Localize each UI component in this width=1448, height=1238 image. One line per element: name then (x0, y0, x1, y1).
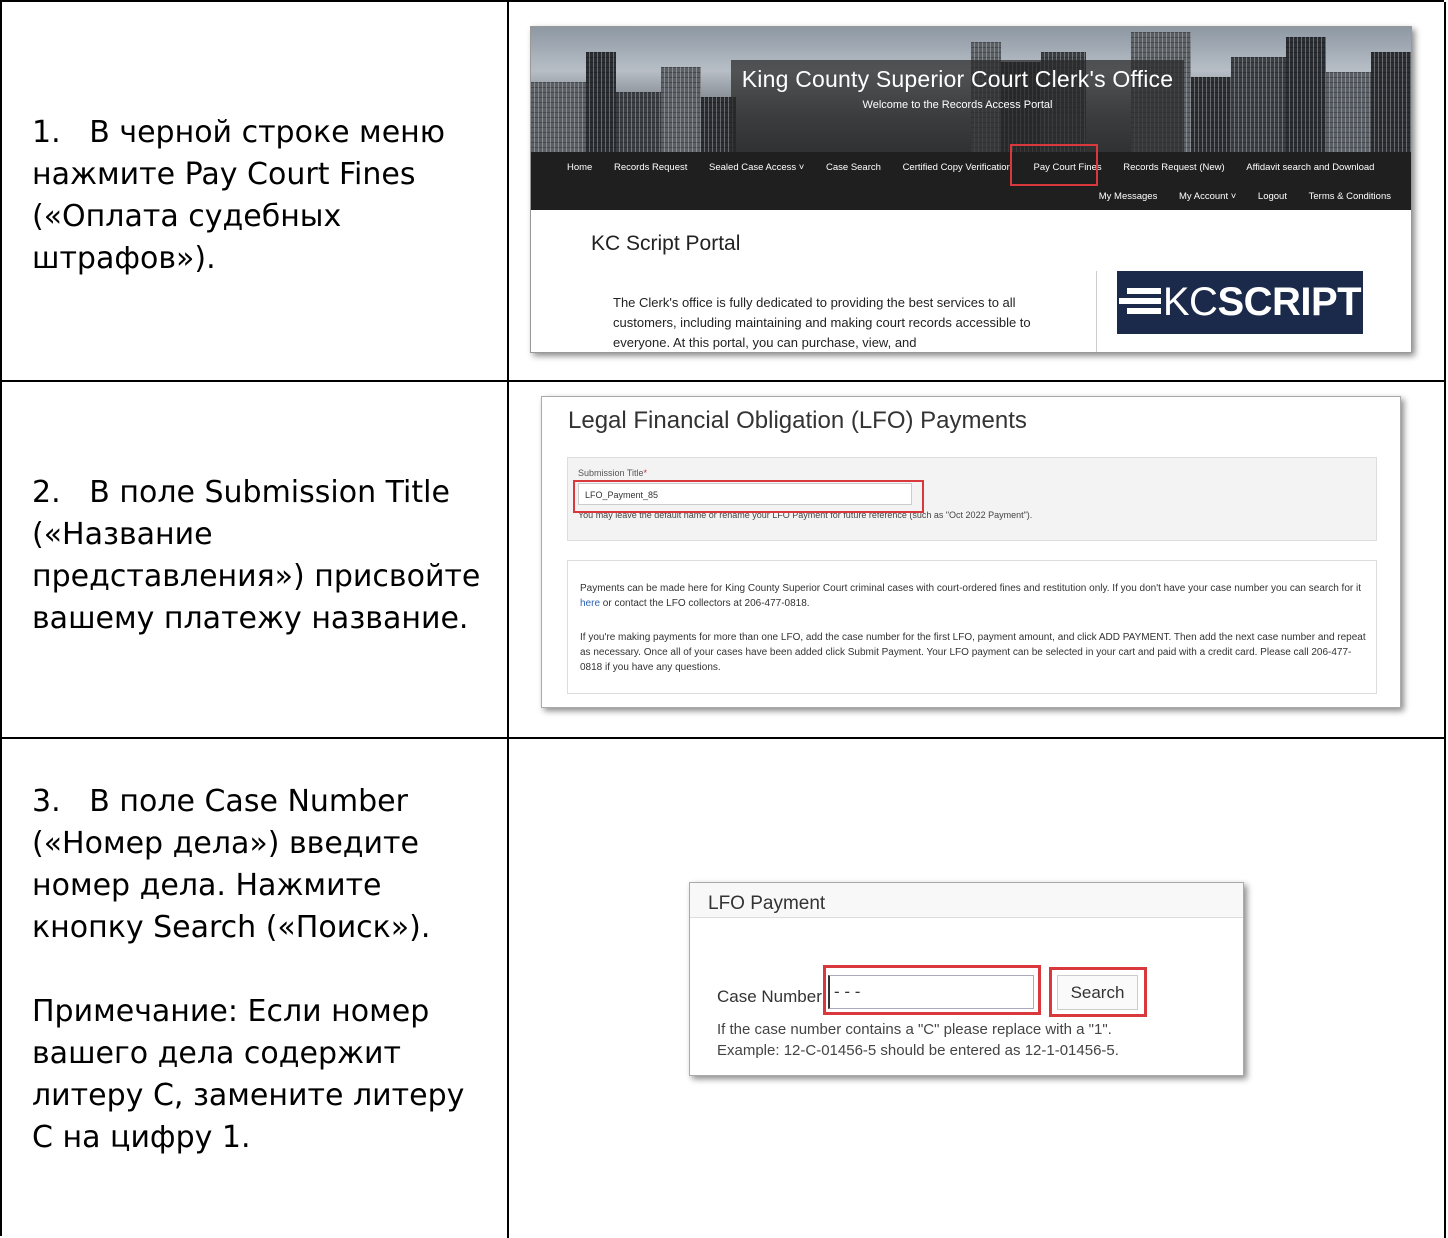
step-3-instruction: 3. В поле Case Number («Номер дела») вве… (32, 784, 431, 945)
main-navbar: Home Records Request Sealed Case Access … (531, 152, 1411, 210)
case-search-link[interactable]: here (580, 598, 600, 609)
skyline-building (1231, 57, 1286, 152)
step-1-text: 1. В черной строке меню нажмите Pay Cour… (32, 112, 492, 280)
nav-sealed-case-access[interactable]: Sealed Case Access ˅ (709, 162, 804, 173)
skyline-building (1286, 37, 1326, 152)
required-marker: * (643, 468, 648, 478)
nav-case-search[interactable]: Case Search (826, 162, 881, 173)
portal-site-title: King County Superior Court Clerk's Offic… (741, 66, 1174, 92)
case-number-highlight (823, 965, 1041, 1015)
lfo-payment-header: LFO Payment (690, 883, 1243, 918)
case-number-note-line-1: If the case number contains a "C" please… (717, 1021, 1112, 1038)
submission-title-label-text: Submission Title (578, 468, 644, 478)
kcscript-logo: KCSCRIPT (1117, 271, 1363, 334)
table-right-border (1444, 2, 1446, 1238)
skyline-building (616, 92, 666, 152)
lfo-info-text: Payments can be made here for King Count… (580, 583, 1362, 594)
nav-records-request[interactable]: Records Request (614, 162, 687, 173)
nav-row-primary: Home Records Request Sealed Case Access … (567, 162, 1374, 173)
kcscript-logo-icon (1118, 288, 1161, 315)
skyline-building (1371, 52, 1411, 152)
portal-title-box: King County Superior Court Clerk's Offic… (731, 60, 1184, 152)
step-3-text: 3. В поле Case Number («Номер дела») вве… (32, 781, 492, 1159)
step-1-instruction: 1. В черной строке меню нажмите Pay Cour… (32, 115, 446, 276)
lfo-page-title: Legal Financial Obligation (LFO) Payment… (568, 407, 1027, 434)
lfo-payments-screenshot: Legal Financial Obligation (LFO) Payment… (541, 396, 1401, 708)
skyline-building (661, 67, 701, 152)
submission-title-label: Submission Title* (578, 468, 647, 478)
step-3-note: Примечание: Если номер вашего дела содер… (32, 994, 465, 1155)
skyline-building (586, 52, 616, 152)
search-button-highlight (1049, 967, 1147, 1017)
step-2-instruction: 2. В поле Submission Title («Название пр… (32, 475, 481, 636)
case-number-note: If the case number contains a "C" please… (717, 1019, 1119, 1061)
portal-site-subtitle: Welcome to the Records Access Portal (862, 99, 1053, 111)
portal-intro-text: The Clerk's office is fully dedicated to… (613, 295, 1031, 350)
case-number-note-line-2: Example: 12-C-01456-5 should be entered … (717, 1042, 1119, 1059)
nav-row-secondary: My Messages My Account ˅ Logout Terms & … (1099, 191, 1391, 202)
portal-divider (1096, 271, 1097, 352)
skyline-banner: King County Superior Court Clerk's Offic… (531, 27, 1411, 152)
nav-my-messages[interactable]: My Messages (1099, 191, 1158, 202)
lfo-info-paragraph-2: If you're making payments for more than … (580, 632, 1366, 673)
case-number-label: Case Number: (717, 987, 827, 1006)
instruction-document: 1. В черной строке меню нажмите Pay Cour… (0, 0, 1448, 1238)
lfo-info-panel: Payments can be made here for King Count… (567, 560, 1377, 694)
portal-heading: KC Script Portal (591, 232, 741, 255)
portal-screenshot: King County Superior Court Clerk's Offic… (530, 26, 1412, 353)
column-divider (507, 2, 509, 1238)
lfo-payment-screenshot: LFO Payment Case Number: - - - Search If… (689, 882, 1244, 1076)
lfo-payment-title: LFO Payment (708, 893, 826, 914)
step-2-text: 2. В поле Submission Title («Название пр… (32, 472, 492, 640)
nav-terms[interactable]: Terms & Conditions (1309, 191, 1391, 202)
nav-records-request-new[interactable]: Records Request (New) (1123, 162, 1224, 173)
submission-title-highlight (573, 480, 924, 513)
nav-logout[interactable]: Logout (1258, 191, 1287, 202)
lfo-info-text-end: or contact the LFO collectors at 206-477… (600, 598, 810, 609)
nav-home[interactable]: Home (567, 162, 592, 173)
logo-prefix: KC (1162, 280, 1218, 324)
pay-court-fines-highlight (1010, 144, 1098, 186)
logo-bold: SCRIPT (1217, 280, 1362, 324)
nav-certified-copy[interactable]: Certified Copy Verification (903, 162, 1012, 173)
skyline-building (1326, 72, 1371, 152)
lfo-info-paragraph-1: Payments can be made here for King Count… (580, 581, 1370, 611)
nav-my-account[interactable]: My Account ˅ (1179, 191, 1236, 202)
nav-affidavit-search[interactable]: Affidavit search and Download (1246, 162, 1374, 173)
skyline-building (1191, 77, 1231, 152)
skyline-building (531, 82, 591, 152)
